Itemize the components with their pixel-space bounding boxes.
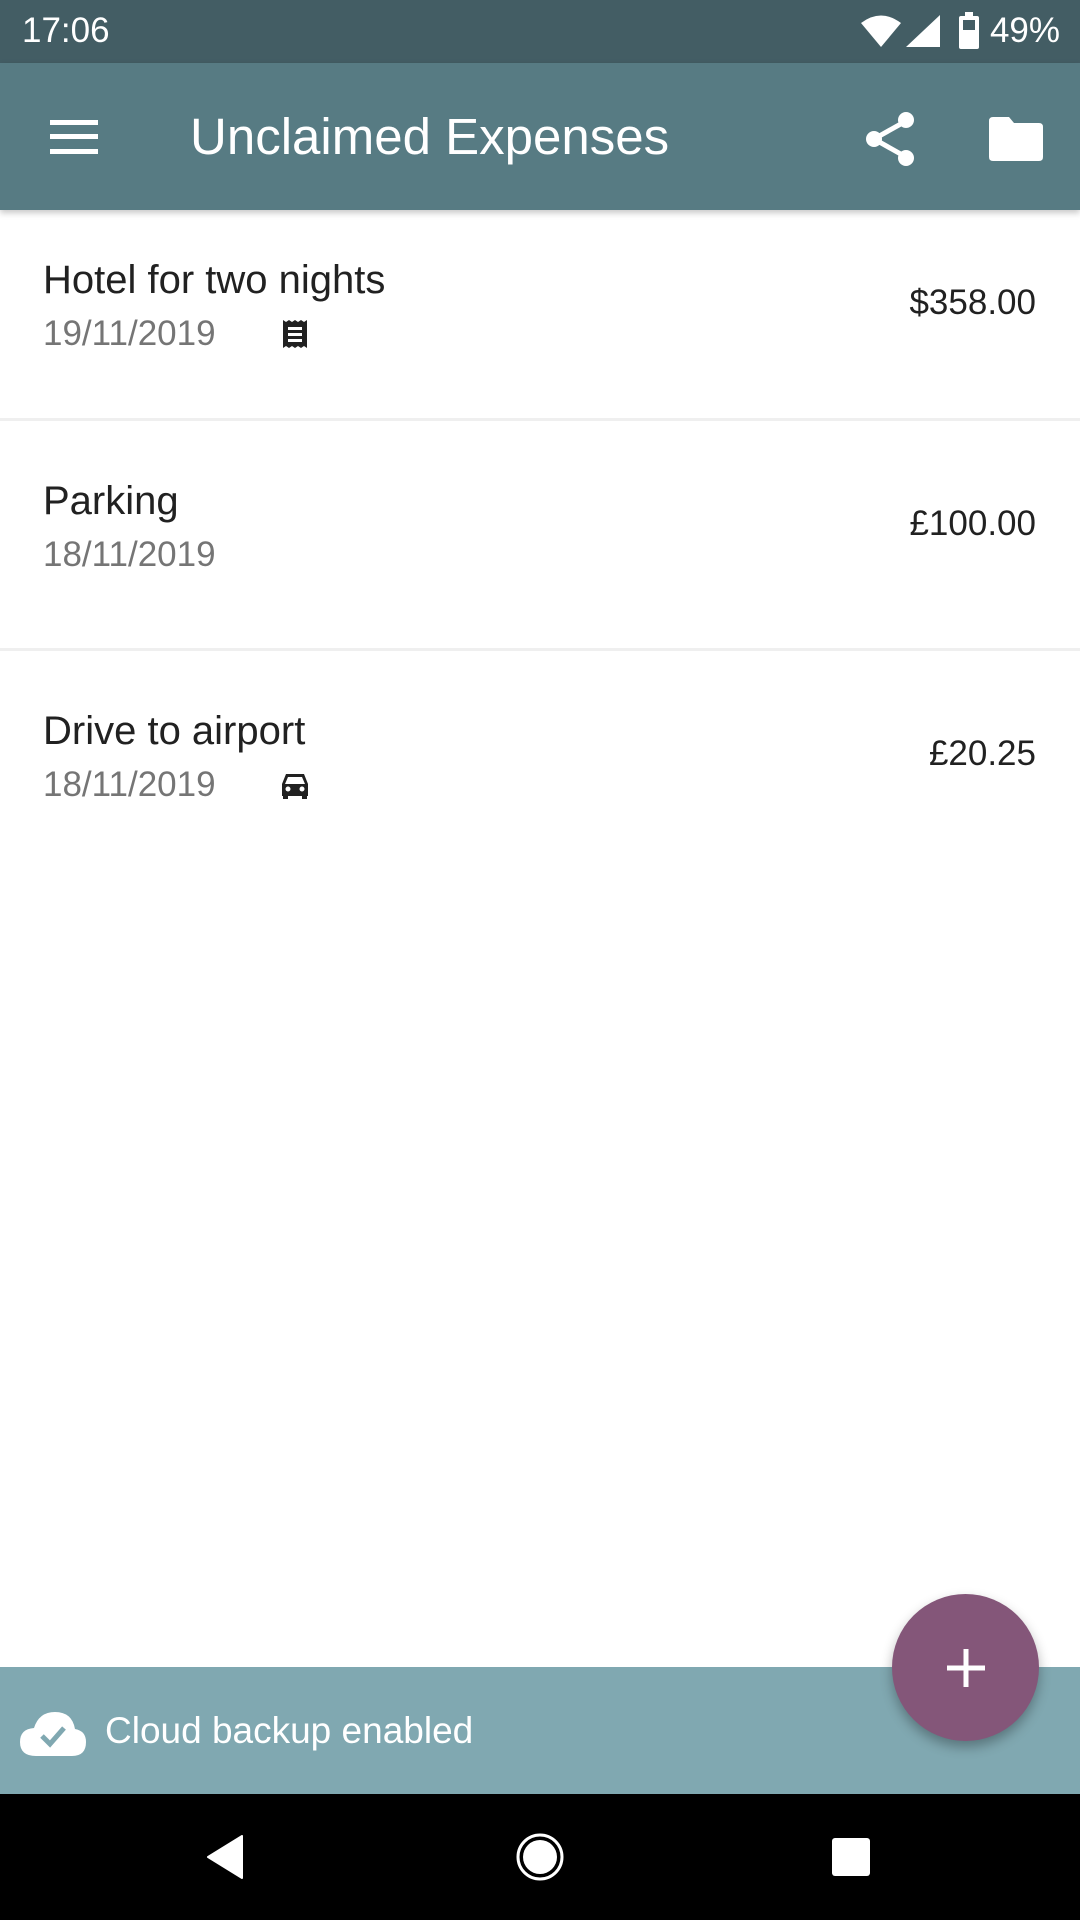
expense-item[interactable]: Hotel for two nights 19/11/2019 $358.00: [0, 210, 1080, 421]
back-button[interactable]: [185, 1817, 265, 1897]
backup-status-text: Cloud backup enabled: [105, 1710, 474, 1751]
expense-title: Parking: [43, 479, 179, 523]
wifi-icon: [860, 15, 901, 47]
expense-date: 18/11/2019: [43, 535, 216, 574]
add-icon: [946, 1648, 985, 1687]
folder-button[interactable]: [978, 101, 1054, 177]
folder-icon: [989, 117, 1043, 161]
cell-signal-icon: [905, 15, 940, 47]
battery-percent: 49%: [989, 11, 1060, 50]
recents-button[interactable]: [811, 1817, 891, 1897]
expense-item[interactable]: Drive to airport 18/11/2019 £20.25: [0, 651, 1080, 881]
home-button[interactable]: [500, 1817, 580, 1897]
status-icons: 49%: [860, 10, 1060, 52]
page-title: Unclaimed Expenses: [190, 108, 670, 165]
status-time: 17:06: [22, 11, 110, 50]
receipt-icon: [283, 320, 307, 348]
expense-date: 18/11/2019: [43, 765, 216, 804]
expense-amount: £100.00: [909, 504, 1036, 543]
cloud-done-icon: [20, 1712, 86, 1756]
recents-icon: [832, 1838, 870, 1876]
expense-title: Hotel for two nights: [43, 258, 386, 302]
share-icon: [866, 112, 914, 166]
menu-button[interactable]: [36, 102, 112, 172]
app-bar: Unclaimed Expenses: [0, 63, 1080, 210]
expense-amount: £20.25: [928, 734, 1036, 773]
expense-date: 19/11/2019: [43, 314, 216, 353]
home-icon: [516, 1833, 564, 1881]
status-bar: 17:06 49%: [0, 0, 1080, 63]
expense-title: Drive to airport: [43, 709, 306, 753]
expense-list: Hotel for two nights 19/11/2019 $358.00 …: [0, 210, 1080, 881]
back-icon: [207, 1835, 243, 1879]
share-button[interactable]: [852, 101, 928, 177]
battery-icon: [958, 12, 979, 49]
expense-item[interactable]: Parking 18/11/2019 £100.00: [0, 421, 1080, 651]
add-expense-button[interactable]: [892, 1594, 1039, 1741]
hamburger-menu-icon: [50, 120, 98, 154]
expense-amount: $358.00: [909, 283, 1036, 322]
system-nav-bar: [0, 1794, 1080, 1920]
car-icon: [282, 774, 308, 799]
